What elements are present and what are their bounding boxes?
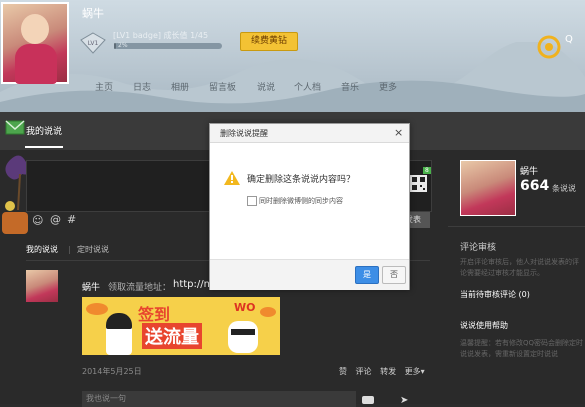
confirm-yes-button[interactable]: 是: [355, 266, 379, 284]
sidebar-username[interactable]: 蜗牛: [520, 164, 538, 177]
growth-progress-fill: [114, 43, 117, 49]
banner-badge-left: [86, 303, 108, 315]
send-plane-icon[interactable]: ➤: [400, 395, 408, 406]
comment-review-description: 开启评论审核后，他人对说说发表的评论需要经过审核才能显示。: [460, 258, 579, 277]
comment-button[interactable]: 评论: [356, 367, 372, 376]
profile-username[interactable]: 蜗牛: [82, 5, 104, 21]
filter-scheduled-shuoshuo[interactable]: 定时说说: [77, 244, 109, 255]
post-date: 2014年5月25日: [82, 367, 142, 376]
confirm-no-button[interactable]: 否: [382, 266, 406, 284]
growth-progress-label: 2%: [118, 42, 128, 49]
banner-title-free-data: 送流量: [142, 323, 202, 349]
sync-delete-weibo-label[interactable]: 同时删除微博侧的同步内容: [259, 196, 343, 206]
mention-icon[interactable]: @: [50, 213, 61, 226]
delete-confirm-dialog: 删除说说提醒 × 确定删除这条说说内容吗？ 同时删除微博侧的同步内容 是 否: [209, 123, 410, 290]
svg-text:LV1: LV1: [88, 40, 99, 47]
comment-review-title: 评论审核: [460, 243, 497, 253]
post-actions: 赞 评论 转发 更多▾: [339, 366, 431, 377]
nav-item-album[interactable]: 相册: [171, 80, 189, 93]
close-icon[interactable]: ×: [394, 126, 403, 139]
dialog-question: 确定删除这条说说内容吗？: [247, 175, 356, 185]
forward-button[interactable]: 转发: [380, 367, 396, 376]
logo-text: Q: [565, 34, 573, 45]
qzone-eye-logo-icon[interactable]: [537, 35, 561, 59]
level-text: [LV1 badge] 成长值 1/45: [113, 31, 209, 40]
nav-item-more[interactable]: 更多: [379, 80, 397, 93]
sidebar-shuoshuo-count: 664: [520, 178, 550, 194]
profile-avatar[interactable]: [1, 2, 69, 84]
avatar-body: [15, 44, 57, 84]
sidebar-count-label: 条说说: [552, 184, 576, 193]
qr-code-graphic: [412, 177, 425, 190]
warning-icon: [224, 171, 240, 185]
comment-input[interactable]: 我也说一句: [82, 391, 356, 407]
pending-review-comments-link[interactable]: 当前待审核评论 (0): [460, 289, 530, 300]
tab-my-shuoshuo[interactable]: 我的说说: [26, 124, 62, 137]
post-author-name[interactable]: 蜗牛: [82, 280, 100, 293]
nav-item-home[interactable]: 主页: [95, 80, 113, 93]
sync-delete-weibo-checkbox[interactable]: [247, 196, 257, 206]
qr-badge: 8: [423, 167, 431, 174]
level-diamond-icon: LV1: [80, 32, 106, 54]
renew-yellow-diamond-button[interactable]: 续费黄钻: [240, 32, 298, 51]
qr-code-icon[interactable]: [410, 175, 427, 192]
banner-cat-glasses: [231, 329, 255, 335]
more-actions-button[interactable]: 更多▾: [405, 367, 425, 376]
filter-my-shuoshuo[interactable]: 我的说说: [26, 244, 58, 255]
sidebar-divider: [448, 226, 585, 227]
dialog-title: 删除说说提醒: [220, 129, 268, 138]
filter-separator: |: [68, 245, 71, 254]
nav-item-music[interactable]: 音乐: [341, 80, 359, 93]
banner-cat-figure: [228, 321, 258, 353]
growth-progress-bar: 2%: [114, 42, 222, 49]
usage-help-title[interactable]: 说说使用帮助: [460, 320, 508, 331]
nav-item-profile[interactable]: 个人档: [294, 80, 321, 93]
banner-badge-right: [260, 307, 276, 317]
dialog-footer: [210, 259, 409, 290]
post-image-banner[interactable]: 签到 送流量 WO: [82, 297, 280, 355]
sidebar-avatar[interactable]: [460, 160, 516, 216]
nav-item-blog[interactable]: 日志: [133, 80, 151, 93]
post-avatar[interactable]: [26, 270, 58, 302]
nav-item-shuoshuo[interactable]: 说说: [257, 80, 275, 93]
banner-title-sign-in: 签到: [138, 305, 171, 324]
dialog-titlebar: 删除说说提醒 ×: [210, 124, 409, 143]
topic-icon[interactable]: #: [67, 213, 76, 226]
emoji-icon[interactable]: ☺: [32, 214, 43, 227]
nav-item-guestbook[interactable]: 留言板: [209, 80, 236, 93]
banner-brand-logo: WO: [234, 301, 256, 314]
avatar-face: [21, 14, 49, 44]
like-button[interactable]: 赞: [339, 367, 347, 376]
usage-help-description: 温馨提醒：若有修改QQ密码会删除定时说说发表，需重新设置定时说说: [460, 339, 584, 358]
post-text: 领取流量地址：: [108, 283, 172, 293]
camera-icon[interactable]: [362, 396, 374, 404]
envelope-icon: [5, 120, 25, 135]
tab-active-indicator: [25, 146, 63, 148]
banner-girl-hair: [106, 313, 132, 329]
